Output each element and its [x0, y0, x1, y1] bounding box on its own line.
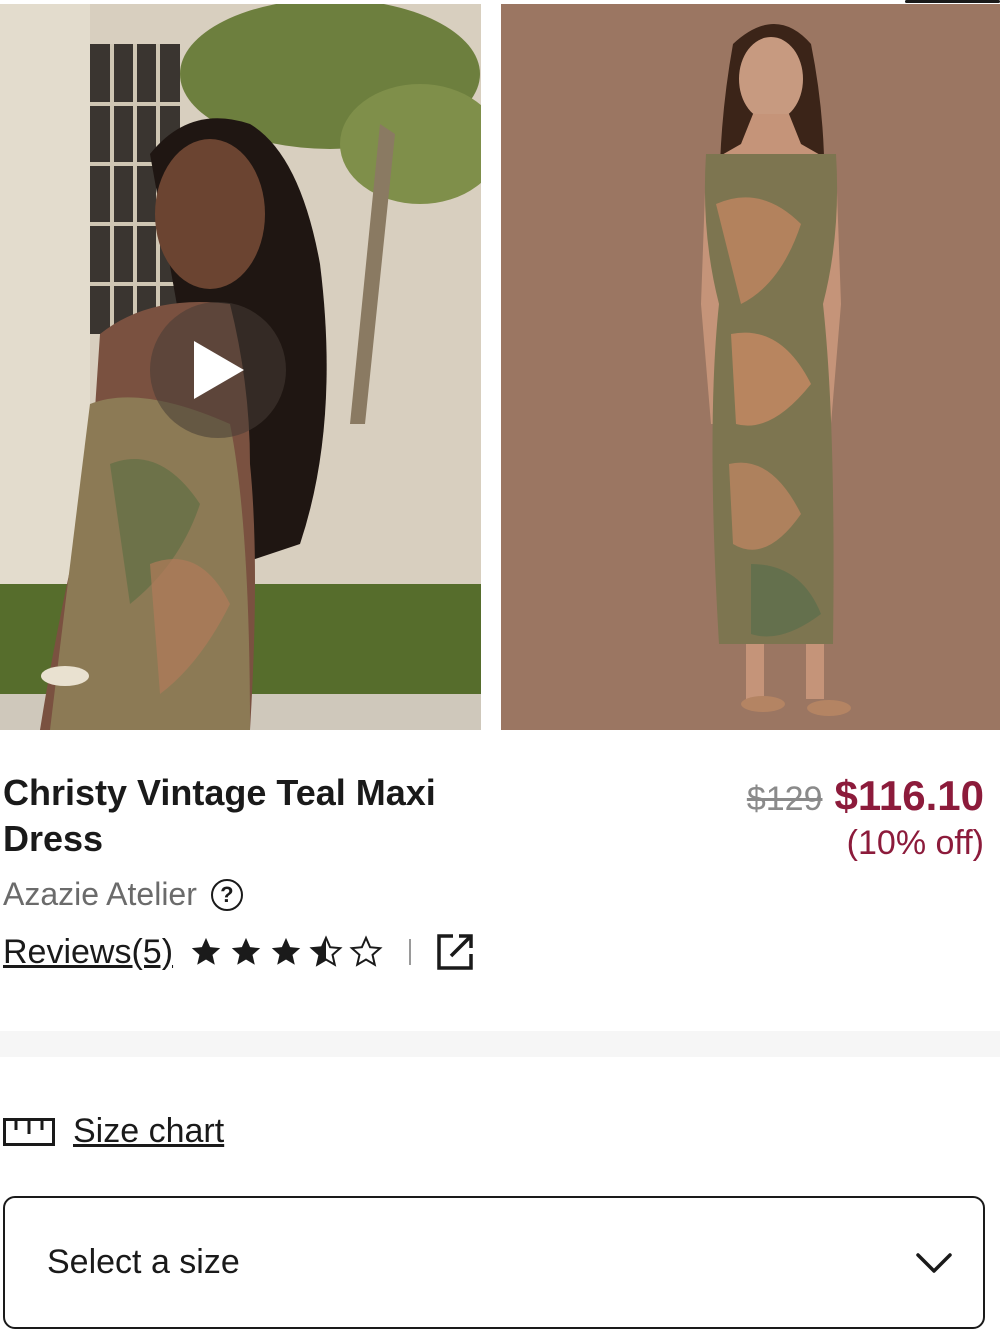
star-full-icon: [191, 937, 221, 965]
reviews-link[interactable]: Reviews(5): [3, 933, 173, 972]
help-icon[interactable]: ?: [210, 878, 243, 911]
star-rating: [189, 935, 383, 969]
star-full-icon: [271, 937, 301, 965]
external-link-icon[interactable]: [435, 932, 475, 972]
divider: [409, 939, 412, 965]
product-photo[interactable]: [501, 4, 1000, 730]
star-full-icon: [231, 937, 261, 965]
price-block: $129 $116.10 (10% off): [747, 772, 984, 863]
scroll-indicator: [905, 0, 1000, 3]
sale-price: $116.10: [834, 772, 984, 819]
chevron-down-icon: [916, 1252, 952, 1273]
product-video-thumbnail[interactable]: [0, 4, 481, 730]
size-chart-link[interactable]: Size chart: [73, 1112, 224, 1151]
size-select-label: Select a size: [47, 1243, 240, 1281]
star-empty-icon: [349, 935, 383, 967]
play-icon: [194, 341, 244, 399]
product-page: Christy Vintage Teal Maxi Dress $129 $11…: [0, 0, 1000, 1333]
size-chart-link-row[interactable]: Size chart: [3, 1112, 224, 1151]
original-price: $129: [746, 780, 823, 818]
star-half-icon: [309, 935, 343, 967]
discount-label: (10% off): [846, 824, 984, 862]
reviews-row: Reviews(5): [3, 932, 475, 972]
product-title: Christy Vintage Teal Maxi Dress: [3, 772, 436, 859]
play-button[interactable]: [150, 302, 286, 438]
section-divider: [0, 1031, 1000, 1057]
product-gallery[interactable]: [0, 0, 1000, 730]
brand-row: Azazie Atelier ?: [3, 876, 243, 913]
size-select[interactable]: Select a size: [3, 1196, 985, 1329]
ruler-icon: [3, 1117, 55, 1146]
brand-name: Azazie Atelier: [3, 876, 197, 912]
